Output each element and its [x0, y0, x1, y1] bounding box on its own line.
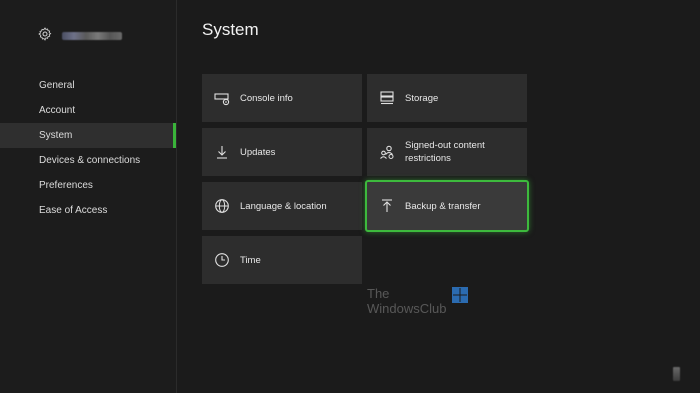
- storage-icon: [379, 90, 395, 106]
- tile-label: Console info: [240, 92, 293, 104]
- clock-icon: [214, 252, 230, 268]
- sidebar-item-account[interactable]: Account: [0, 98, 176, 123]
- tile-updates[interactable]: Updates: [202, 128, 362, 176]
- sidebar-nav: General Account System Devices & connect…: [0, 73, 176, 223]
- console-info-icon: [214, 90, 230, 106]
- sidebar-item-ease-of-access[interactable]: Ease of Access: [0, 198, 176, 223]
- tile-label: Language & location: [240, 200, 327, 212]
- corner-blurred-element: [673, 367, 680, 381]
- tile-language-location[interactable]: Language & location: [202, 182, 362, 230]
- main-panel: System Console info Storage Updates Sign…: [176, 0, 700, 393]
- people-restrictions-icon: [379, 144, 395, 160]
- profile-header[interactable]: [38, 26, 122, 46]
- tile-storage[interactable]: Storage: [367, 74, 527, 122]
- download-arrow-icon: [214, 144, 230, 160]
- upload-arrow-icon: [379, 198, 395, 214]
- watermark: The WindowsClub: [367, 286, 471, 320]
- globe-icon: [214, 198, 230, 214]
- tile-label: Time: [240, 254, 261, 266]
- sidebar: General Account System Devices & connect…: [0, 0, 177, 393]
- tile-label: Backup & transfer: [405, 200, 481, 212]
- tile-time[interactable]: Time: [202, 236, 362, 284]
- tile-label: Signed-out content restrictions: [405, 140, 485, 164]
- tile-label: Updates: [240, 146, 276, 158]
- page-title: System: [202, 20, 259, 39]
- sidebar-item-general[interactable]: General: [0, 73, 176, 98]
- tile-signed-out-content-restrictions[interactable]: Signed-out content restrictions: [367, 128, 527, 176]
- tile-console-info[interactable]: Console info: [202, 74, 362, 122]
- sidebar-item-preferences[interactable]: Preferences: [0, 173, 176, 198]
- gear-icon: [38, 26, 52, 46]
- tile-label: Storage: [405, 92, 439, 104]
- tile-backup-transfer[interactable]: Backup & transfer: [365, 180, 529, 232]
- windows-logo-icon: [452, 287, 468, 303]
- watermark-line2: WindowsClub: [367, 301, 447, 316]
- sidebar-item-devices-connections[interactable]: Devices & connections: [0, 148, 176, 173]
- gamertag-blurred: [62, 32, 122, 40]
- sidebar-item-system[interactable]: System: [0, 123, 176, 148]
